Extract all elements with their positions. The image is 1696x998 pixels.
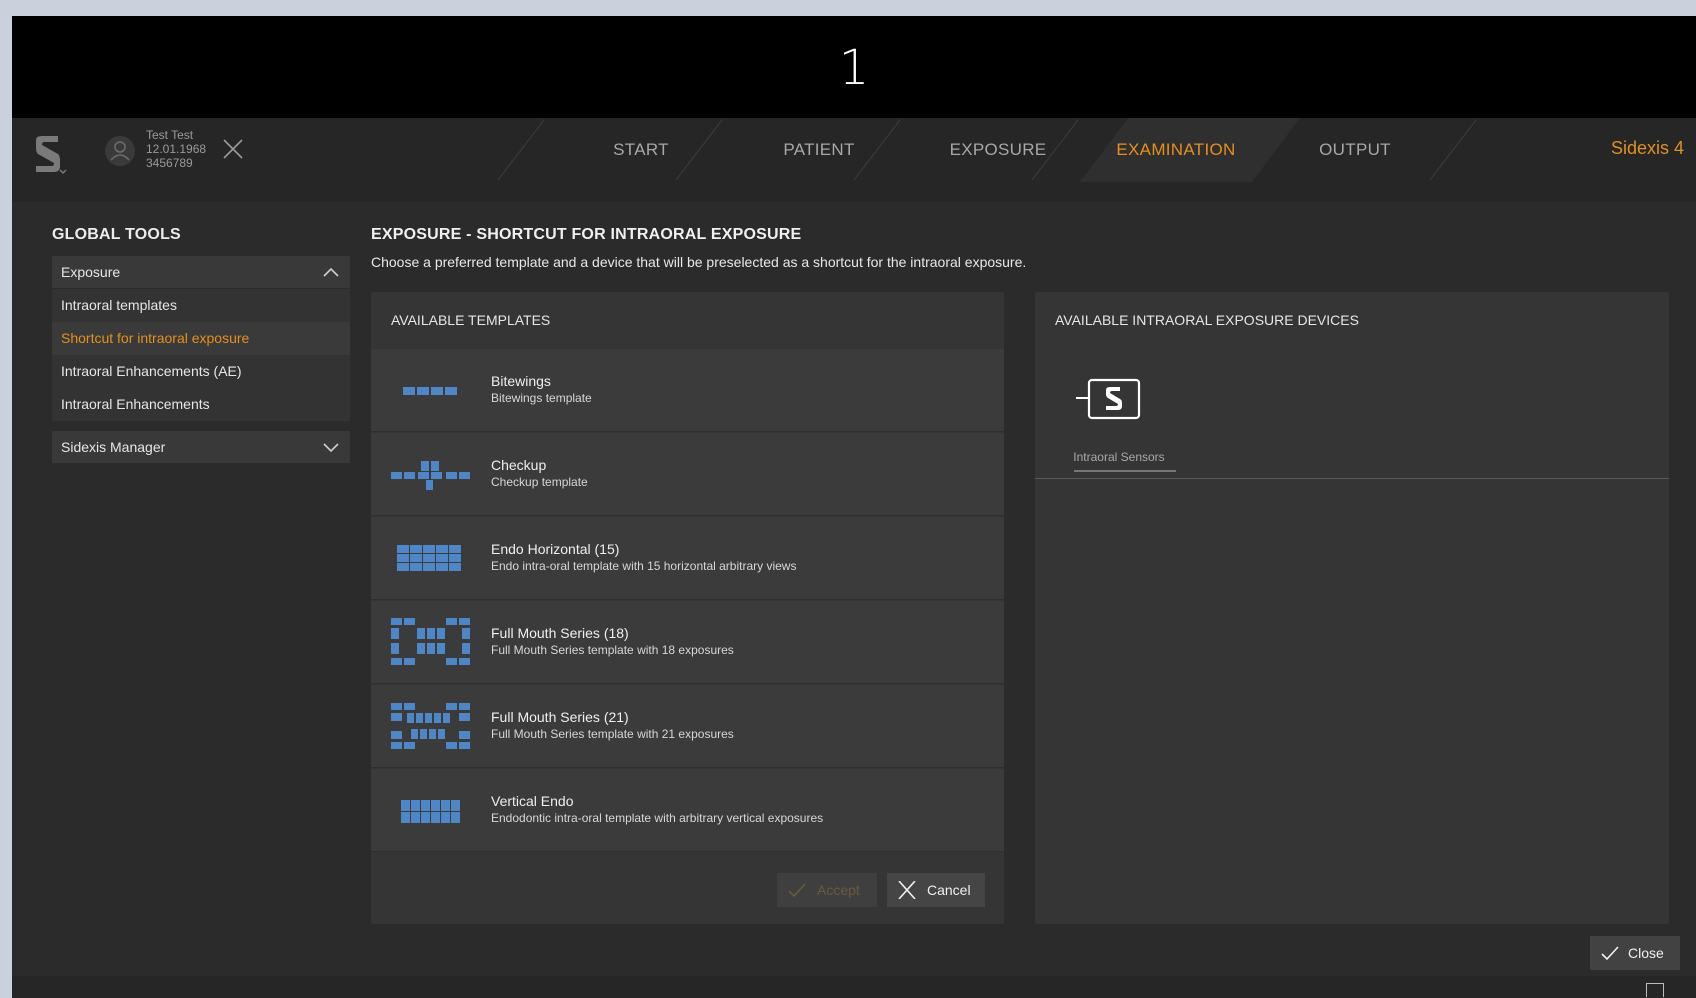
template-row-full-mouth-18[interactable]: Full Mouth Series (18) Full Mouth Series… — [371, 601, 1004, 684]
templates-panel: AVAILABLE TEMPLATES Bitewings Bitewings … — [371, 292, 1004, 924]
accordion-exposure-label: Exposure — [61, 264, 121, 280]
template-name: Full Mouth Series (18) — [491, 625, 629, 641]
sidebar-item-intraoral-enhancements[interactable]: Intraoral Enhancements — [52, 388, 350, 421]
template-row-checkup[interactable]: Checkup Checkup template — [371, 433, 1004, 516]
tab-exposure[interactable]: EXPOSURE — [913, 118, 1083, 182]
template-row-full-mouth-21[interactable]: Full Mouth Series (21) Full Mouth Series… — [371, 685, 1004, 768]
device-label: Intraoral Sensors — [1073, 450, 1165, 464]
template-name: Endo Horizontal (15) — [491, 541, 620, 557]
template-description: Full Mouth Series template with 18 expos… — [491, 643, 734, 657]
close-icon — [898, 881, 916, 899]
tab-start[interactable]: START — [556, 118, 726, 182]
template-name: Bitewings — [491, 373, 551, 389]
intraoral-sensor-icon — [1076, 378, 1141, 420]
template-description: Bitewings template — [491, 391, 592, 405]
tab-output[interactable]: OUTPUT — [1270, 118, 1440, 182]
page-title: EXPOSURE - SHORTCUT FOR INTRAORAL EXPOSU… — [371, 226, 802, 243]
sidebar-item-intraoral-enhancements-ae[interactable]: Intraoral Enhancements (AE) — [52, 355, 350, 388]
template-description: Full Mouth Series template with 21 expos… — [491, 727, 734, 741]
full-mouth-18-icon — [391, 618, 470, 665]
full-mouth-21-icon — [391, 703, 470, 749]
accept-button[interactable]: Accept — [777, 873, 877, 907]
cancel-label: Cancel — [927, 882, 971, 898]
global-tools-title: GLOBAL TOOLS — [52, 226, 181, 243]
accordion-exposure[interactable]: Exposure — [52, 256, 350, 288]
page-description: Choose a preferred template and a device… — [371, 254, 1027, 270]
top-navigation-bar: Test Test 12.01.1968 3456789 START PATIE… — [12, 118, 1696, 202]
step-banner: 1 — [12, 16, 1696, 118]
chevron-down-icon — [323, 443, 339, 453]
template-row-bitewings[interactable]: Bitewings Bitewings template — [371, 349, 1004, 432]
devices-divider — [1035, 478, 1669, 479]
template-description: Endodontic intra-oral template with arbi… — [491, 811, 824, 825]
templates-panel-title: AVAILABLE TEMPLATES — [391, 312, 551, 328]
accept-label: Accept — [817, 882, 860, 898]
template-row-endo-horizontal[interactable]: Endo Horizontal (15) Endo intra-oral tem… — [371, 517, 1004, 600]
sidebar-item-intraoral-templates[interactable]: Intraoral templates — [52, 289, 350, 322]
template-name: Checkup — [491, 457, 547, 473]
window-corner-icon — [1646, 983, 1664, 997]
devices-panel-title: AVAILABLE INTRAORAL EXPOSURE DEVICES — [1055, 312, 1359, 328]
endo-horizontal-icon — [397, 545, 461, 571]
checkup-icon — [391, 461, 470, 490]
device-intraoral-sensors[interactable]: Intraoral Sensors — [1062, 372, 1176, 472]
tab-patient[interactable]: PATIENT — [734, 118, 904, 182]
template-description: Checkup template — [491, 475, 588, 489]
check-icon — [1601, 946, 1619, 961]
check-icon — [788, 883, 806, 898]
brand-name: Sidexis 4 — [1610, 138, 1684, 158]
accordion-sidexis-manager[interactable]: Sidexis Manager — [52, 431, 350, 463]
vertical-endo-icon — [401, 800, 460, 823]
device-selection-indicator — [1074, 470, 1176, 472]
template-row-vertical-endo[interactable]: Vertical Endo Endodontic intra-oral temp… — [371, 769, 1004, 852]
template-description: Endo intra-oral template with 15 horizon… — [491, 559, 797, 573]
bitewings-icon — [403, 387, 457, 395]
app-window: 1 Test Test 12.01.1968 3456789 START PAT… — [12, 16, 1696, 998]
template-name: Vertical Endo — [491, 793, 574, 809]
exposure-items: Intraoral templates Shortcut for intraor… — [52, 289, 350, 421]
step-number: 1 — [838, 40, 870, 96]
cancel-button[interactable]: Cancel — [887, 873, 985, 907]
close-button[interactable]: Close — [1590, 936, 1680, 970]
close-label: Close — [1628, 945, 1664, 961]
accordion-sidexis-manager-label: Sidexis Manager — [61, 439, 166, 455]
template-name: Full Mouth Series (21) — [491, 709, 629, 725]
status-bar — [12, 976, 1696, 998]
chevron-up-icon — [323, 267, 339, 277]
sidebar-item-shortcut-intraoral-exposure[interactable]: Shortcut for intraoral exposure — [52, 322, 350, 355]
tab-examination[interactable]: EXAMINATION — [1091, 118, 1261, 182]
